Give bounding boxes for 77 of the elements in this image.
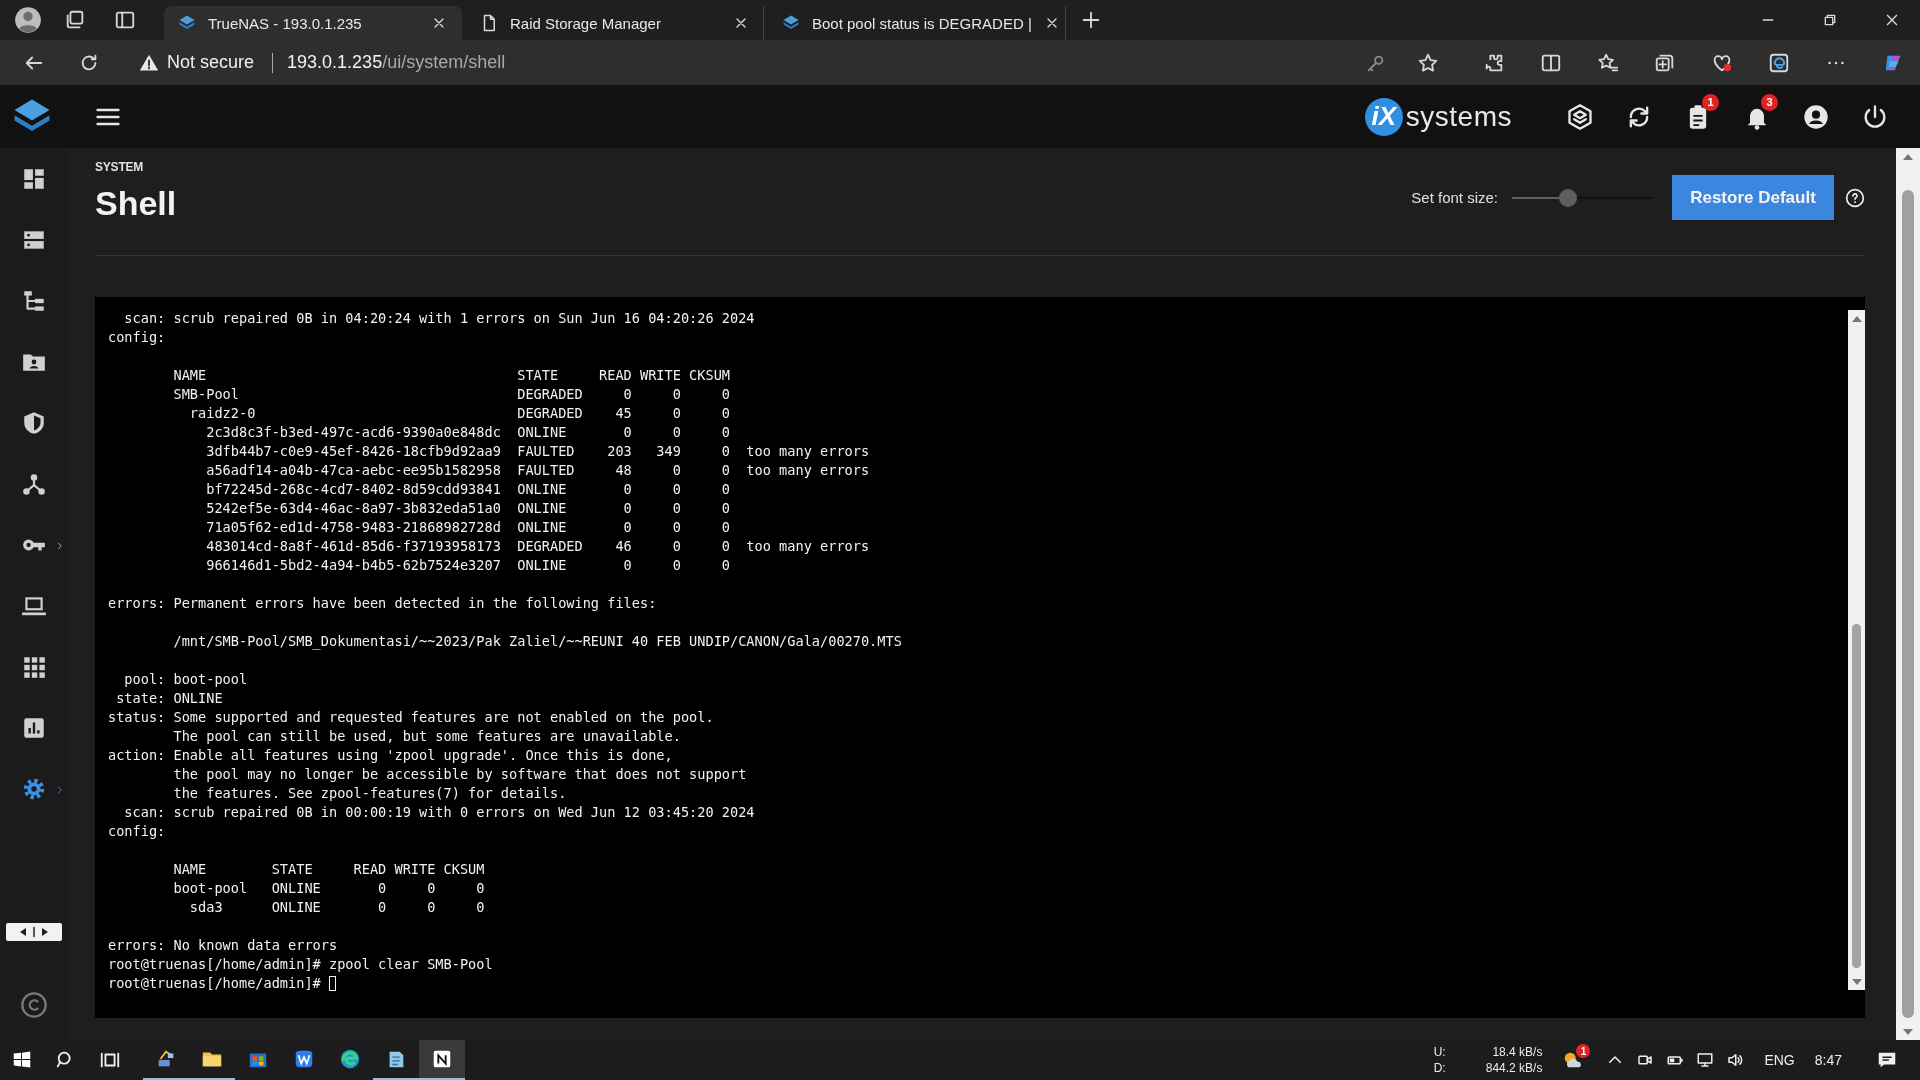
browser-tab[interactable]: TrueNAS - 193.0.1.235 [164, 6, 462, 40]
terminal-line: 5242ef5e-63d4-46ac-8a97-3b832eda51a0 ONLINE 0 0 0 [205, 499, 731, 518]
terminal-line: 2c3d8c3f-b3ed-497c-acd6-9390a0e848dc ONLINE 0 0 0 [205, 423, 731, 442]
terminal-line: action: Enable all features using 'zpool upgrade'. Once this is done, [108, 746, 674, 765]
page-title: Shell [95, 186, 177, 220]
copyright-icon[interactable] [20, 991, 48, 1019]
terminal-line: /mnt/SMB-Pool/SMB_Dokumentasi/~~2023/Pak Zaliel/~~REUNI 40 FEB UNDIP/CANON/Gala/00270.MTS [172, 632, 903, 651]
terminal-line: root@truenas[/home/admin]# zpool clear SMB-Pool [108, 955, 494, 974]
tab-actions-icon[interactable] [114, 9, 136, 31]
terminal-line: SMB-Pool DEGRADED 0 0 0 [172, 385, 731, 404]
truecommand-icon[interactable] [1565, 102, 1594, 131]
slider-label: Set font size: [1411, 189, 1498, 206]
terminal-line: scan: scrub repaired 0B in 00:00:19 with 0 errors on Wed Jun 12 03:45:20 2024 [123, 803, 756, 822]
terminal-line: sda3 ONLINE 0 0 0 [188, 898, 486, 917]
terminal-line: 483014cd-8a8f-461d-85d6-f37193958173 DEGRADED 46 0 0 too many errors [205, 537, 871, 556]
help-icon[interactable] [1845, 187, 1865, 208]
terminal[interactable] [95, 297, 1865, 1018]
profile-icon[interactable] [14, 6, 42, 34]
terminal-line: NAME STATE READ WRITE CKSUM [172, 860, 486, 879]
language-indicator[interactable]: ENG [1764, 1052, 1795, 1068]
terminal-line: bf72245d-268c-4cd7-8402-8d59cdd93841 ONLINE 0 0 0 [205, 480, 731, 499]
count-badge: 3 [1761, 93, 1778, 111]
upload-label: U: [1433, 1044, 1446, 1060]
slider-thumb[interactable] [1559, 188, 1577, 207]
terminal-line: config: [108, 328, 167, 347]
truenas-logo-icon [782, 14, 800, 32]
terminal-line: status: Some supported and requested features are not enabled on the pool. [108, 708, 715, 727]
close-icon[interactable] [1884, 12, 1900, 28]
document-app-icon [293, 1048, 315, 1070]
download-speed: 844.2 kB/s [1485, 1060, 1543, 1076]
terminal-line: 71a05f62-ed1d-4758-9483-21868982728d ONLINE 0 0 0 [205, 518, 731, 537]
chevron-icon[interactable] [55, 540, 65, 552]
terminal-line: pool: boot-pool [123, 670, 249, 689]
terminal-line: state: ONLINE [115, 689, 224, 708]
terminal-line: NAME STATE READ WRITE CKSUM [172, 366, 731, 385]
terminal-line: 966146d1-5bd2-4a94-b4b5-62b7524e3207 ONLINE 0 0 0 [205, 556, 731, 575]
terminal-line: the features. See zpool-features(7) for details. [172, 784, 568, 803]
terminal-line: errors: No known data errors [108, 936, 339, 955]
network-icon[interactable] [1696, 1051, 1715, 1069]
terminal-line: root@truenas[/home/admin]# [108, 974, 321, 993]
terminal-line: errors: Permanent errors have been detected in the following files: [108, 594, 658, 613]
favorite-star-icon[interactable] [1417, 51, 1439, 74]
terminal-line: boot-pool ONLINE 0 0 0 [172, 879, 486, 898]
notes-app-icon [431, 1048, 453, 1070]
upload-speed: 18.4 kB/s [1491, 1044, 1543, 1060]
brand-logo: iX systems [1364, 97, 1512, 136]
restore-icon[interactable] [1822, 12, 1838, 28]
volume-icon[interactable] [1726, 1051, 1745, 1069]
breadcrumb: SYSTEM [95, 160, 145, 174]
new-tab-icon[interactable] [1080, 9, 1102, 31]
terminal-line: config: [108, 822, 167, 841]
count-badge: 1 [1702, 93, 1719, 111]
taskbar-button[interactable] [419, 1040, 465, 1080]
count-badge: 1 [1576, 1044, 1591, 1058]
scrollbar[interactable] [1848, 310, 1865, 990]
account-icon[interactable] [1801, 102, 1830, 131]
chevron-icon[interactable] [55, 784, 65, 796]
browser-logo-icon[interactable] [1768, 51, 1790, 74]
terminal-line: The pool can still be used, but some features are unavailable. [172, 727, 682, 746]
font-size-slider[interactable] [1512, 188, 1652, 207]
terminal-line: a56adf14-a04b-47ca-aebc-ee95b1582958 FAULTED 48 0 0 too many errors [205, 461, 871, 480]
scrollbar[interactable] [1896, 148, 1920, 1040]
clock[interactable]: 8:47 [1814, 1052, 1842, 1068]
site-info-button[interactable]: Not secure [133, 48, 261, 77]
workspaces-icon[interactable] [64, 9, 86, 31]
sidebar-resize-handle[interactable] [6, 923, 62, 941]
download-label: D: [1433, 1060, 1446, 1076]
terminal-line: the pool may no longer be accessible by software that does not support [172, 765, 748, 784]
address-field[interactable]: 193.0.1.235/ui/system/shell [285, 48, 1335, 77]
truenas-logo-icon [178, 14, 196, 32]
terminal-line: raidz2-0 DEGRADED 45 0 0 [188, 404, 731, 423]
browser-logo-icon [339, 1048, 361, 1070]
shield-icon[interactable] [21, 409, 47, 436]
favorites-icon[interactable] [1597, 51, 1619, 74]
cursor-icon [328, 976, 336, 991]
terminal-line: 3dfb44b7-c0e9-45ef-8426-18cfb9d92aa9 FAULTED 203 349 0 too many errors [205, 442, 871, 461]
terminal-line: scan: scrub repaired 0B in 04:20:24 with 1 errors on Sun Jun 16 04:20:26 2024 [123, 309, 756, 328]
